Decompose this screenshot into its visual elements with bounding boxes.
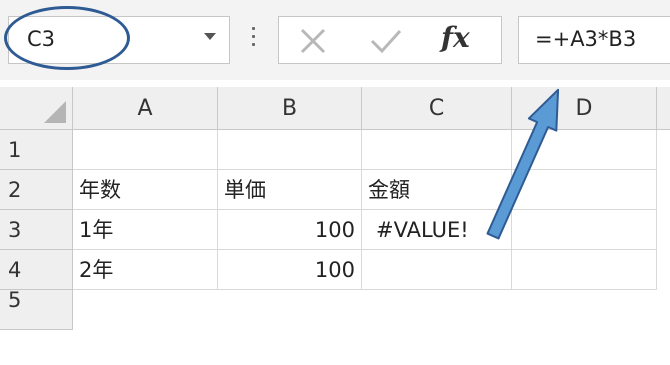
row-header-4[interactable]: 4 — [0, 250, 73, 290]
cell-b4[interactable]: 100 — [218, 250, 362, 290]
column-header-c[interactable]: C — [362, 87, 512, 130]
name-box[interactable]: C3 — [8, 16, 230, 64]
cell-c4[interactable] — [362, 250, 512, 290]
cell-d4[interactable] — [512, 250, 657, 290]
column-header-a[interactable]: A — [73, 87, 218, 130]
cell-a1[interactable] — [73, 130, 218, 170]
row-header-3[interactable]: 3 — [0, 210, 73, 250]
cell-a2[interactable]: 年数 — [73, 170, 218, 210]
cell-a4[interactable]: 2年 — [73, 250, 218, 290]
fx-icon[interactable]: fx — [441, 21, 470, 54]
formula-bar: C3 fx =+A3*B3 — [0, 0, 670, 80]
cell-c1[interactable] — [362, 130, 512, 170]
row-header-5[interactable]: 5 — [0, 290, 73, 330]
name-box-value: C3 — [27, 27, 56, 51]
cell-b1[interactable] — [218, 130, 362, 170]
formula-input[interactable]: =+A3*B3 — [518, 16, 670, 64]
enter-icon[interactable] — [369, 27, 403, 55]
cell-d2[interactable] — [512, 170, 657, 210]
cell-d1[interactable] — [512, 130, 657, 170]
spreadsheet-grid: A B C D 1 2 3 4 5 年数 単価 金額 1年 100 #VALUE… — [0, 80, 670, 365]
select-all-corner[interactable] — [0, 87, 73, 130]
row-header-1[interactable]: 1 — [0, 130, 73, 170]
cell-a3[interactable]: 1年 — [73, 210, 218, 250]
row-header-2[interactable]: 2 — [0, 170, 73, 210]
cell-d3[interactable] — [512, 210, 657, 250]
formula-text: =+A3*B3 — [535, 27, 637, 51]
dropdown-icon[interactable] — [204, 33, 216, 40]
cell-c2[interactable]: 金額 — [362, 170, 512, 210]
column-header-b[interactable]: B — [218, 87, 362, 130]
column-header-d[interactable]: D — [512, 87, 657, 130]
cell-b2[interactable]: 単価 — [218, 170, 362, 210]
cell-c3[interactable]: #VALUE! — [362, 210, 512, 250]
cancel-icon[interactable] — [299, 27, 327, 55]
formula-buttons: fx — [278, 16, 502, 64]
kebab-icon[interactable] — [252, 27, 255, 51]
cell-b3[interactable]: 100 — [218, 210, 362, 250]
column-header-e[interactable] — [657, 87, 670, 130]
